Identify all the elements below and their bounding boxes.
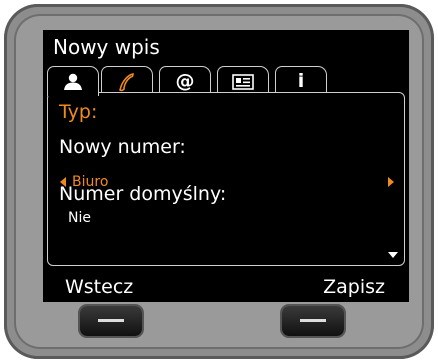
phone-screen: Nowy wpis @ i Typ: Biuro Nowy numer: Num… — [43, 30, 409, 302]
softkey-bar: Wstecz Zapisz — [43, 273, 409, 302]
contact-icon — [62, 73, 84, 91]
default-number-value[interactable]: Nie — [68, 210, 91, 226]
right-hardware-button[interactable] — [282, 306, 344, 336]
new-number-label: Nowy numer: — [59, 136, 186, 158]
screen-title: Nowy wpis — [53, 35, 160, 59]
default-number-label: Numer domyślny: — [59, 183, 227, 205]
entry-form-panel: Typ: Biuro Nowy numer: Numer domyślny: N… — [47, 92, 405, 266]
card-icon — [232, 73, 254, 90]
left-hardware-button[interactable] — [80, 306, 142, 336]
dash-icon — [98, 319, 124, 322]
scroll-down-icon — [388, 252, 398, 258]
arrow-right-icon[interactable] — [388, 177, 394, 187]
tab-contact[interactable] — [47, 66, 99, 96]
email-icon: @ — [175, 70, 195, 92]
type-label: Typ: — [59, 101, 98, 123]
tab-bar: @ i — [47, 66, 353, 96]
dash-icon — [300, 319, 326, 322]
phone-icon — [116, 71, 138, 93]
save-softkey[interactable]: Zapisz — [323, 276, 385, 298]
info-icon: i — [297, 70, 305, 92]
back-softkey[interactable]: Wstecz — [65, 276, 133, 298]
